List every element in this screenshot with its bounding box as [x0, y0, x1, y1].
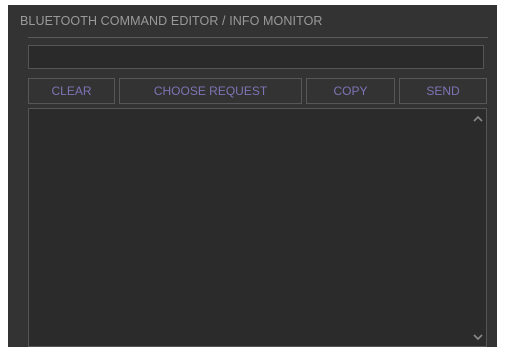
chevron-down-icon[interactable]	[471, 330, 485, 344]
command-input[interactable]	[28, 45, 484, 69]
clear-button[interactable]: CLEAR	[28, 78, 115, 104]
monitor-scrollbar[interactable]	[470, 109, 486, 346]
monitor-output	[35, 113, 466, 342]
chevron-up-icon[interactable]	[471, 111, 485, 125]
send-button[interactable]: SEND	[399, 78, 487, 104]
info-monitor[interactable]	[28, 108, 487, 347]
copy-button[interactable]: COPY	[306, 78, 395, 104]
panel-title: BLUETOOTH COMMAND EDITOR / INFO MONITOR	[20, 14, 323, 28]
choose-request-button[interactable]: CHOOSE REQUEST	[119, 78, 302, 104]
title-divider	[28, 37, 488, 38]
